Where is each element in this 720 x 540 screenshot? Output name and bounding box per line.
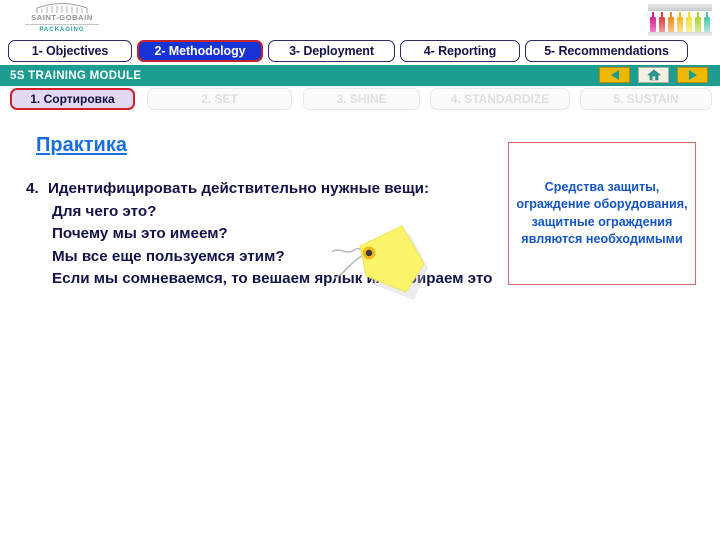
tab-deployment[interactable]: 3- Deployment	[268, 40, 395, 62]
step-tab-label: 1. Сортировка	[30, 92, 115, 106]
brand-name: SAINT-GOBAIN	[31, 13, 93, 22]
list-item-text: Идентифицировать действительно нужные ве…	[48, 180, 430, 197]
previous-arrow-icon	[610, 70, 619, 80]
bottle	[686, 12, 692, 32]
tab-recommendations[interactable]: 5- Recommendations	[525, 40, 688, 62]
tab-label: 4- Reporting	[423, 44, 497, 58]
brand-logo: SAINT-GOBAIN PACKAGING	[16, 2, 108, 33]
step-tab-standardize[interactable]: 4. STANDARDIZE	[430, 88, 570, 110]
tab-label: 3- Deployment	[289, 44, 374, 58]
home-icon	[646, 69, 661, 81]
step-tab-shine[interactable]: 3. SHINE	[303, 88, 420, 110]
bottle	[659, 12, 665, 32]
bottle-row	[650, 12, 710, 32]
bottle	[650, 12, 656, 32]
step-tab-set[interactable]: 2. SET	[147, 88, 292, 110]
step-tab-label: 4. STANDARDIZE	[450, 92, 550, 106]
banner-nav-buttons	[599, 67, 708, 83]
saint-gobain-arch-icon	[34, 2, 90, 13]
step-tab-label: 2. SET	[201, 92, 238, 106]
brand-subtitle: PACKAGING	[39, 26, 85, 33]
list-item-number: 4.	[26, 180, 39, 197]
step-tab-sort[interactable]: 1. Сортировка	[10, 88, 135, 110]
shelf-bottom	[648, 32, 712, 36]
bottles-row-icon	[648, 4, 712, 36]
tab-label: 1- Objectives	[31, 44, 109, 58]
practice-instructions: 4. Идентифицировать действительно нужные…	[26, 178, 506, 291]
module-banner: 5S TRAINING MODULE	[0, 65, 720, 86]
list-item: Для чего это?	[52, 202, 157, 220]
tab-reporting[interactable]: 4- Reporting	[400, 40, 520, 62]
bottle	[677, 12, 683, 32]
list-item: Мы все еще пользуемся этим?	[52, 247, 285, 265]
shelf-top	[648, 4, 712, 11]
tab-methodology[interactable]: 2- Methodology	[137, 40, 263, 62]
step-tab-label: 3. SHINE	[336, 92, 387, 106]
list-item: Почему мы это имеем?	[52, 225, 228, 242]
next-arrow-icon	[688, 70, 697, 80]
safety-callout-box: Средства защиты, ограждение оборудования…	[508, 142, 696, 285]
banner-title: 5S TRAINING MODULE	[10, 69, 142, 82]
tab-label: 2- Methodology	[154, 44, 246, 58]
logo-divider	[25, 23, 99, 25]
main-nav-tabs: 1- Objectives 2- Methodology 3- Deployme…	[0, 40, 720, 64]
bottle	[704, 12, 710, 32]
list-item: Если мы сомневаемся, то вешаем ярлык или…	[52, 270, 493, 287]
home-button[interactable]	[638, 67, 669, 83]
bottle	[668, 12, 674, 32]
previous-button[interactable]	[599, 67, 630, 83]
bottle	[695, 12, 701, 32]
step-tab-sustain[interactable]: 5. SUSTAIN	[580, 88, 712, 110]
page-header: SAINT-GOBAIN PACKAGING	[0, 0, 720, 38]
step-nav-tabs: 1. Сортировка 2. SET 3. SHINE 4. STANDAR…	[0, 88, 720, 112]
callout-text: Средства защиты, ограждение оборудования…	[516, 179, 688, 247]
list-item: 4. Идентифицировать действительно нужные…	[26, 178, 506, 201]
next-button[interactable]	[677, 67, 708, 83]
step-tab-label: 5. SUSTAIN	[613, 92, 679, 106]
tab-objectives[interactable]: 1- Objectives	[8, 40, 132, 62]
section-heading: Практика	[36, 134, 127, 156]
tab-label: 5- Recommendations	[544, 44, 669, 58]
